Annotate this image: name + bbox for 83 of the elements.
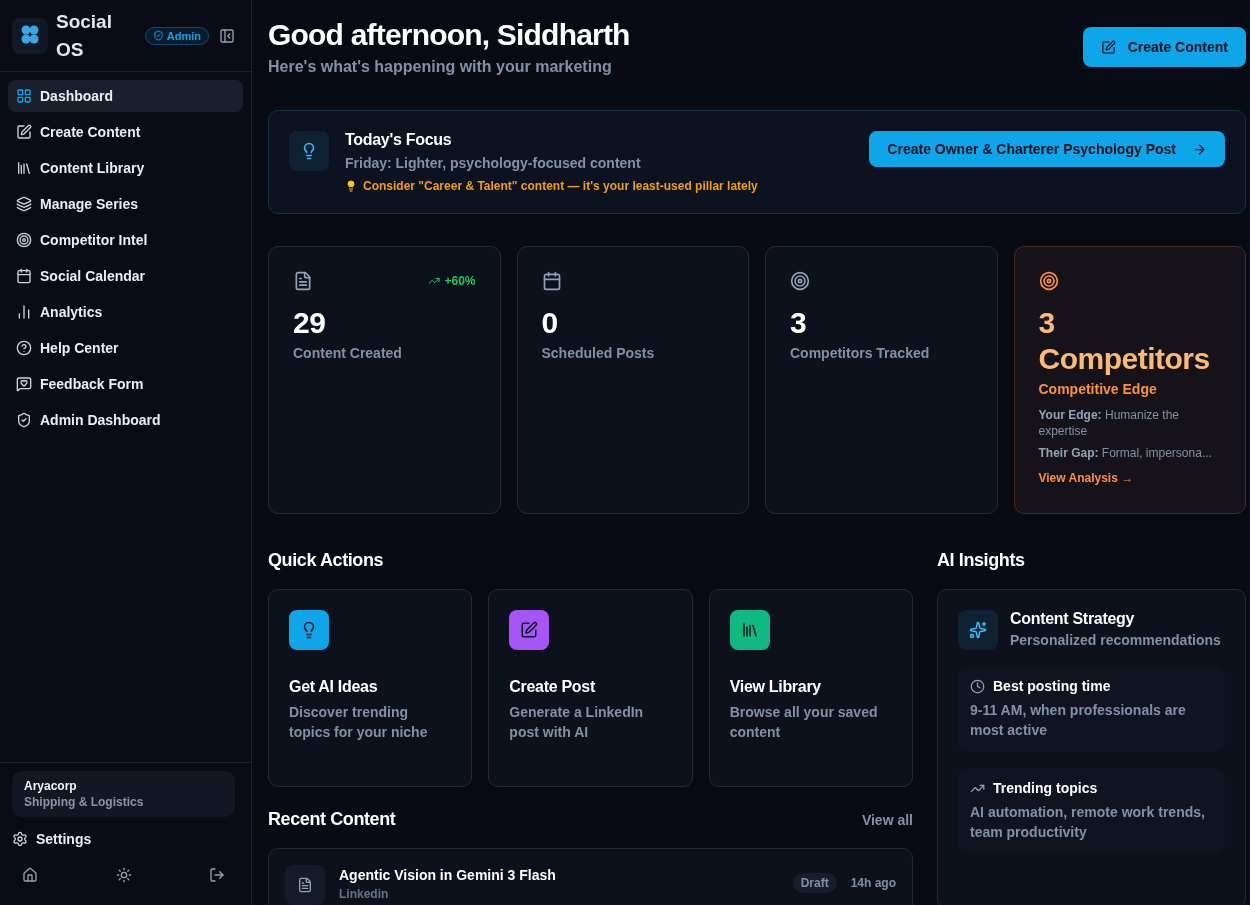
insights-subtitle: Personalized recommendations	[1010, 631, 1221, 650]
sidebar-item[interactable]: Social Calendar	[8, 260, 243, 292]
stat-value: 29	[293, 305, 327, 341]
tip-text: 9-11 AM, when professionals are most active	[970, 701, 1187, 740]
view-all-link[interactable]: View all	[861, 811, 913, 828]
greeting-title: Good afternoon, Siddharth	[268, 18, 630, 52]
section-title: Recent Content	[268, 809, 396, 830]
app-name: Social OS	[56, 9, 113, 62]
content-platform: Linkedin	[339, 887, 390, 901]
edit-icon	[16, 124, 32, 140]
sidebar-item[interactable]: Analytics	[8, 296, 243, 328]
tip-text: AI automation, remote work trends, team productivity	[970, 803, 1206, 842]
edit-icon	[1100, 39, 1116, 55]
workspace-name: Aryacorp	[24, 779, 78, 793]
sidebar-item[interactable]: Competitor Intel	[8, 224, 243, 256]
recent-content-item[interactable]: Agentic Vision in Gemini 3 Flash Linkedin Draft 14h ago	[268, 848, 913, 905]
tip-title: Trending topics	[993, 780, 1098, 796]
focus-subtitle: Friday: Lighter, psychology-focused content	[345, 155, 642, 171]
sparkles-icon	[958, 610, 998, 650]
sidebar-item[interactable]: Help Center	[8, 332, 243, 364]
sidebar-item[interactable]: Dashboard	[8, 80, 243, 112]
action-description: Browse all your saved content	[729, 703, 879, 742]
content-time: 14h ago	[850, 876, 896, 892]
action-description: Discover trending topics for your niche	[289, 703, 429, 742]
calendar-icon	[541, 271, 562, 291]
shield-icon	[16, 412, 32, 428]
focus-tip: Consider "Career & Talent" content — it's your least-used pillar lately	[363, 179, 758, 193]
sidebar-item[interactable]: Manage Series	[8, 188, 243, 220]
trend-badge: +60%	[428, 274, 476, 288]
settings-icon	[12, 831, 28, 847]
view-analysis-link[interactable]: View Analysis →	[1038, 471, 1221, 485]
section-title: AI Insights	[937, 550, 1026, 571]
document-icon	[285, 865, 325, 905]
stat-label: Competitive Edge	[1038, 381, 1158, 397]
target-icon	[790, 271, 810, 291]
greeting-subtitle: Here's what's happening with your marketing	[268, 58, 613, 76]
stat-value: 3	[790, 305, 808, 341]
edge-text: Your Edge: Humanize the expertise	[1038, 407, 1180, 439]
settings-link[interactable]: Settings	[12, 825, 235, 853]
tip-title: Best posting time	[993, 678, 1111, 694]
section-title: Quick Actions	[268, 550, 385, 571]
content-title: Agentic Vision in Gemini 3 Flash	[339, 867, 557, 883]
workspace-industry: Shipping & Logistics	[24, 795, 145, 809]
action-title: Get AI Ideas	[289, 678, 378, 696]
dashboard-icon	[16, 88, 32, 104]
quick-action-card[interactable]: View Library Browse all your saved content	[708, 589, 913, 787]
message-icon	[16, 376, 32, 392]
sidebar-item[interactable]: Feedback Form	[8, 368, 243, 400]
gap-text: Their Gap: Formal, impersona...	[1038, 445, 1213, 461]
sidebar-item[interactable]: Create Content	[8, 116, 243, 148]
target-icon	[1038, 271, 1059, 291]
lightbulb-icon	[345, 180, 357, 192]
layers-icon	[16, 196, 32, 212]
target-icon	[16, 232, 32, 248]
action-description: Generate a LinkedIn post with AI	[509, 703, 645, 742]
library-icon	[16, 160, 32, 176]
sidebar-item[interactable]: Admin Dashboard	[8, 404, 243, 436]
workspace-card[interactable]: Aryacorp Shipping & Logistics	[12, 771, 235, 817]
clock-icon	[970, 678, 985, 694]
focus-title: Today's Focus	[345, 131, 453, 149]
action-title: Create Post	[509, 678, 595, 696]
logo-icon	[12, 17, 48, 54]
create-content-button[interactable]: Create Content	[1082, 27, 1246, 67]
sidebar-item[interactable]: Content Library	[8, 152, 243, 184]
quick-action-card[interactable]: Get AI Ideas Discover trending topics for your niche	[268, 589, 473, 787]
home-icon[interactable]	[20, 865, 40, 885]
stat-label: Scheduled Posts	[541, 345, 656, 361]
focus-post-button[interactable]: Create Owner & Charterer Psychology Post	[869, 131, 1225, 167]
status-badge: Draft	[792, 873, 837, 893]
lightbulb-icon	[289, 131, 329, 171]
document-icon	[293, 271, 313, 291]
arrow-right-icon	[1192, 141, 1207, 157]
quick-action-card[interactable]: Create Post Generate a LinkedIn post with AI	[488, 589, 693, 787]
calendar-icon	[16, 268, 32, 284]
stat-value: 0	[541, 305, 559, 341]
stat-label: Content Created	[293, 345, 403, 361]
help-icon	[16, 340, 32, 356]
stat-value: 3 Competitors	[1038, 305, 1211, 377]
stat-label: Competitors Tracked	[790, 345, 931, 361]
insights-title: Content Strategy	[1010, 610, 1136, 628]
bar-chart-icon	[16, 304, 32, 320]
action-title: View Library	[729, 678, 821, 696]
admin-badge: Admin	[144, 26, 209, 45]
